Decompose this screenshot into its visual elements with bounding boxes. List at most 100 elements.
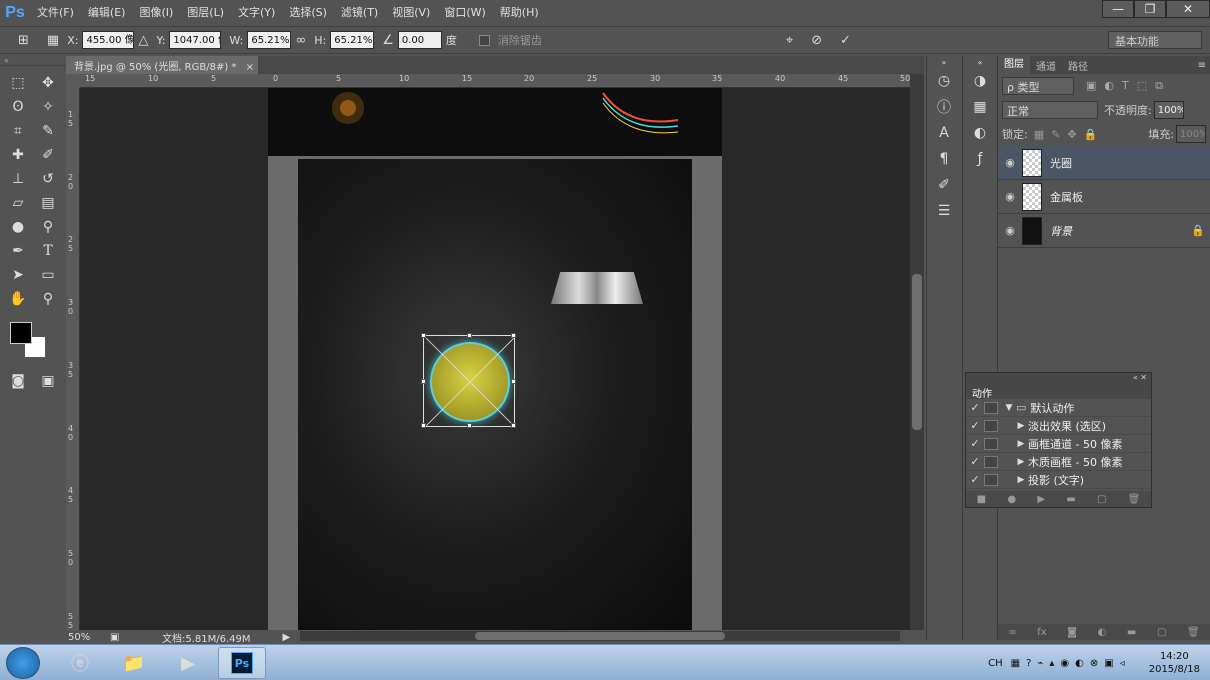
gradient-tool-icon[interactable]: ▤ <box>33 192 63 214</box>
maximize-button[interactable]: ❐ <box>1134 0 1166 18</box>
canvas-horizontal-scrollbar[interactable] <box>300 631 900 641</box>
actions-tab[interactable]: 动作 <box>966 385 1151 400</box>
history-brush-tool-icon[interactable]: ↺ <box>33 168 63 190</box>
move-tool-icon[interactable]: ✥ <box>33 72 63 94</box>
screen-mode-icon[interactable]: ▣ <box>33 370 63 392</box>
collapse-triangle-icon[interactable]: ▶ <box>1014 439 1028 449</box>
angle-field[interactable]: 0.00 <box>397 31 442 49</box>
foreground-color-swatch[interactable] <box>10 322 32 344</box>
tab-paths[interactable]: 路径 <box>1062 58 1094 73</box>
hand-tool-icon[interactable]: ✋ <box>3 288 33 310</box>
visibility-eye-icon[interactable]: ◉ <box>998 156 1022 169</box>
commit-transform-icon[interactable]: ✓ <box>840 33 851 48</box>
warp-icon[interactable]: ⌖ <box>786 33 793 48</box>
lasso-tool-icon[interactable]: ʘ <box>3 96 33 118</box>
brush-tool-icon[interactable]: ✐ <box>33 144 63 166</box>
delete-action-icon[interactable]: 🗑 <box>1128 494 1141 505</box>
dialog-toggle[interactable] <box>984 437 998 450</box>
strip-collapse-icon[interactable]: » <box>927 56 961 68</box>
tools-collapse[interactable]: « <box>0 56 66 66</box>
action-set-row[interactable]: ✓ ▼ ▭ 默认动作 <box>966 399 1151 417</box>
menu-window[interactable]: 窗口(W) <box>437 0 492 26</box>
h-field[interactable]: 65.21% <box>330 31 375 49</box>
healing-brush-tool-icon[interactable]: ✚ <box>3 144 33 166</box>
menu-edit[interactable]: 编辑(E) <box>81 0 133 26</box>
new-layer-icon[interactable]: ▢ <box>1157 627 1166 638</box>
link-icon[interactable]: ∞ <box>295 33 306 48</box>
blur-tool-icon[interactable]: ● <box>3 216 33 238</box>
info-panel-icon[interactable]: ⓘ <box>927 94 961 120</box>
adjustments-panel-icon[interactable]: ◐ <box>963 120 997 146</box>
action-row[interactable]: ✓ ▶ 画框通道 - 50 像素 <box>966 435 1151 453</box>
tray-icons[interactable]: ▦?⌁▴◉◐⊗▣◃ <box>1011 658 1131 669</box>
marquee-tool-icon[interactable]: ⬚ <box>3 72 33 94</box>
action-row[interactable]: ✓ ▶ 淡出效果 (选区) <box>966 417 1151 435</box>
layer-row-aperture[interactable]: ◉ 光圈 <box>998 146 1210 180</box>
layer-style-icon[interactable]: fx <box>1037 627 1046 638</box>
canvas-vertical-scrollbar[interactable] <box>910 74 924 630</box>
zoom-tool-icon[interactable]: ⚲ <box>33 288 63 310</box>
antialias-checkbox[interactable] <box>478 34 490 46</box>
menu-file[interactable]: 文件(F) <box>30 0 81 26</box>
stop-icon[interactable]: ■ <box>977 494 986 505</box>
lock-icons[interactable]: ▦✎✥🔒 <box>1034 128 1105 141</box>
document-tab-close-icon[interactable]: × <box>246 62 254 73</box>
magic-wand-tool-icon[interactable]: ✧ <box>33 96 63 118</box>
paragraph-panel-icon[interactable]: ¶ <box>927 146 961 172</box>
menu-help[interactable]: 帮助(H) <box>493 0 546 26</box>
dialog-toggle[interactable] <box>984 455 998 468</box>
link-layers-icon[interactable]: ∞ <box>1008 627 1016 638</box>
y-field[interactable]: 1047.00 像 <box>169 31 222 49</box>
transform-bounding-box[interactable] <box>421 333 516 428</box>
add-mask-icon[interactable]: ◙ <box>1067 627 1077 638</box>
layer-filter-select[interactable]: ρ 类型 <box>1002 77 1074 95</box>
transform-handle[interactable] <box>511 333 516 338</box>
transform-handle[interactable] <box>421 379 426 384</box>
strip-collapse-icon[interactable]: « <box>963 56 997 68</box>
action-check-icon[interactable]: ✓ <box>966 455 984 468</box>
dialog-toggle[interactable] <box>984 419 998 432</box>
menu-view[interactable]: 视图(V) <box>385 0 437 26</box>
swatches-panel-icon[interactable]: ▦ <box>963 94 997 120</box>
opacity-field[interactable]: 100% <box>1153 101 1184 119</box>
media-player-icon[interactable]: ▶ <box>164 647 212 679</box>
visibility-eye-icon[interactable]: ◉ <box>998 190 1022 203</box>
expand-triangle-icon[interactable]: ▼ <box>1002 403 1016 413</box>
transform-handle[interactable] <box>511 379 516 384</box>
adjustment-layer-icon[interactable]: ◐ <box>1098 627 1107 638</box>
transform-handle[interactable] <box>511 423 516 428</box>
x-field[interactable]: 455.00 像 <box>82 31 135 49</box>
tool-presets-icon[interactable]: ☰ <box>927 198 961 224</box>
menu-layer[interactable]: 图层(L) <box>180 0 231 26</box>
tab-channels[interactable]: 通道 <box>1030 58 1062 73</box>
action-check-icon[interactable]: ✓ <box>966 419 984 432</box>
ie-icon[interactable]: ⓔ <box>56 647 104 679</box>
close-button[interactable]: ✕ <box>1166 0 1210 18</box>
dodge-tool-icon[interactable]: ⚲ <box>33 216 63 238</box>
action-row[interactable]: ✓ ▶ 木质画框 - 50 像素 <box>966 453 1151 471</box>
collapse-triangle-icon[interactable]: ▶ <box>1014 421 1028 431</box>
action-check-icon[interactable]: ✓ <box>966 473 984 486</box>
w-field[interactable]: 65.21% <box>247 31 292 49</box>
zoom-level[interactable]: 50% <box>68 632 110 643</box>
fill-field[interactable]: 100% <box>1176 125 1206 143</box>
history-panel-icon[interactable]: ◷ <box>927 68 961 94</box>
layer-row-metal-plate[interactable]: ◉ 金属板 <box>998 180 1210 214</box>
delete-layer-icon[interactable]: 🗑 <box>1187 627 1200 638</box>
transform-handle[interactable] <box>421 423 426 428</box>
blend-mode-select[interactable]: 正常 <box>1002 101 1098 119</box>
metal-plate-shape[interactable] <box>551 272 643 304</box>
type-tool-icon[interactable]: T <box>33 240 63 262</box>
canvas-area[interactable] <box>80 88 910 630</box>
color-panel-icon[interactable]: ◑ <box>963 68 997 94</box>
transform-handle[interactable] <box>421 333 426 338</box>
action-check-icon[interactable]: ✓ <box>966 401 984 414</box>
photoshop-taskbar-button[interactable]: Ps <box>218 647 266 679</box>
eraser-tool-icon[interactable]: ▱ <box>3 192 33 214</box>
layer-filter-icons[interactable]: ▣◐T⬚⧉ <box>1086 79 1171 93</box>
scrollbar-thumb[interactable] <box>912 274 922 430</box>
menu-select[interactable]: 选择(S) <box>282 0 334 26</box>
tab-layers[interactable]: 图层 <box>998 56 1030 74</box>
dialog-toggle[interactable] <box>984 401 998 414</box>
collapse-triangle-icon[interactable]: ▶ <box>1014 475 1028 485</box>
